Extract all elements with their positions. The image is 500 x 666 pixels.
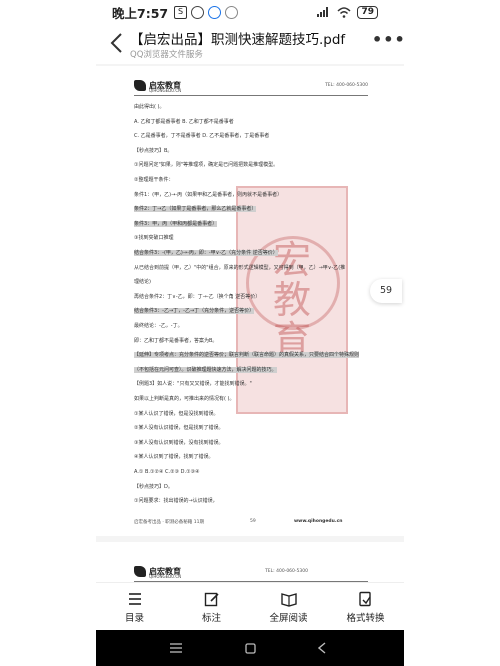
- text-line: ②某人没有认识错误，但是找到了错误。: [134, 425, 224, 432]
- status-left-icons: S: [174, 5, 239, 19]
- edit-icon: [204, 592, 219, 607]
- text-line: A.① B.①②④ C.②③ D.①③④: [134, 469, 200, 475]
- brand-sub: QIHONGEDU.CN: [149, 574, 182, 579]
- text-line: 【秒点技巧】B。: [134, 147, 173, 154]
- circle-icon: [225, 5, 239, 19]
- pdf-page: 启宏教育 QIHONGEDU.CN TEL: 400-060-5300 ①消灭错…: [96, 542, 404, 582]
- text-line: ③某人没有认识到错误，没有找到错误。: [134, 439, 224, 446]
- text-line: 由此得出( )。: [134, 104, 165, 110]
- circle-icon: [191, 5, 205, 19]
- signal-icon: [317, 7, 329, 17]
- annotate-label: 标注: [201, 613, 221, 624]
- convert-button[interactable]: 格式转换: [327, 583, 404, 630]
- back-icon[interactable]: [108, 32, 126, 54]
- text-line: 条件1：(甲，乙)→-丙（如果甲和乙是番事者，则丙就不是番事者）: [134, 191, 283, 198]
- page-number-badge[interactable]: 59: [370, 279, 402, 303]
- text-line: 最终结论：-乙，-丁。: [134, 323, 183, 329]
- status-right-icons: 79: [317, 5, 378, 19]
- text-line: 条件2：丁→乙（如果丁是番事者，那么乙就是番事者）: [134, 206, 257, 213]
- text-line: （不包括在元问可查）。识破推理题快速方法，解决问题的技巧。: [134, 366, 277, 373]
- system-nav-bar: [96, 630, 404, 666]
- text-line: 条件3：甲，丙（甲和丙都是番事者）: [134, 220, 218, 227]
- text-line: 如果以上判断是真的，可推出来的情况有( )。: [134, 396, 235, 402]
- watermark-char: 教: [272, 278, 311, 322]
- footer-page-number: 59: [250, 519, 256, 524]
- text-line: ③找到突破口推理: [134, 235, 174, 242]
- page-tel: TEL: 400-060-5300: [325, 83, 368, 88]
- text-line: 【秒点技巧】D。: [134, 483, 173, 490]
- text-line: 结合条件3：-(甲，乙)→-丙，即：-甲∨-乙（充分条件 逆否等价）: [134, 250, 278, 256]
- fullscreen-button[interactable]: 全屏阅读: [250, 583, 327, 630]
- list-icon: [128, 593, 141, 605]
- wifi-icon: [337, 6, 351, 18]
- book-icon: [280, 593, 297, 607]
- fullscreen-label: 全屏阅读: [269, 613, 308, 624]
- home-square-icon: [244, 642, 256, 654]
- more-options-icon[interactable]: •••: [372, 32, 405, 50]
- brand-sub: QIHONGEDU.CN: [149, 88, 182, 93]
- back-triangle-icon: [318, 642, 326, 654]
- text-line: 再结合条件2：丁∨-乙，即：丁→-乙（换个角 逆否等价）: [134, 293, 261, 300]
- footer-website: www.qihongedu.cn: [294, 519, 343, 524]
- pdf-page: 启宏教育 QIHONGEDU.CN TEL: 400-060-5300 宏 教 …: [96, 66, 404, 536]
- text-line: ②整理题干条件：: [134, 177, 174, 183]
- annotate-button[interactable]: 标注: [173, 583, 250, 630]
- vpn-icon: [208, 5, 222, 19]
- text-line: ①某人认识了错误，但是没找到错误。: [134, 410, 219, 417]
- text-line: 【例题3】如人说："只有又又错误，才能找到错误。": [134, 381, 252, 388]
- convert-icon: [358, 591, 371, 607]
- bottom-toolbar: 目录 标注 全屏阅读 格式转换: [96, 582, 404, 630]
- pdf-viewer[interactable]: 启宏教育 QIHONGEDU.CN TEL: 400-060-5300 宏 教 …: [96, 64, 404, 582]
- text-line: ④某人认识到了错误，找到了错误。: [134, 454, 214, 461]
- convert-label: 格式转换: [346, 613, 385, 624]
- page-header: 启宏教育 QIHONGEDU.CN TEL: 400-060-5300: [134, 80, 368, 96]
- watermark-char: 宏: [272, 238, 311, 282]
- footer-left: 启宏备考出品 · 职测必备秘籍 11期: [134, 520, 204, 525]
- document-title: 【启宏出品】职测快速解题技巧.pdf: [130, 32, 346, 48]
- status-bar: 晚上7:57 S 79: [0, 0, 500, 24]
- text-line: A. 乙和丁都是番事者 B. 乙和丁都不是番事者: [134, 118, 234, 125]
- page-header: 启宏教育 QIHONGEDU.CN TEL: 400-060-5300: [134, 566, 368, 582]
- text-line: C. 乙是番事者，丁不是番事者 D. 乙不是番事者，丁是番事者: [134, 133, 270, 140]
- text-line: 结合条件3：-乙→丁，-乙→丁（充分条件，逆否等价）: [134, 308, 255, 315]
- status-time: 晚上7:57: [112, 5, 169, 21]
- app-header: 【启宏出品】职测快速解题技巧.pdf QQ浏览器文件服务 •••: [0, 24, 500, 64]
- battery-icon: 79: [357, 5, 378, 19]
- page-tel: TEL: 400-060-5300: [265, 569, 308, 574]
- document-subtitle: QQ浏览器文件服务: [130, 50, 203, 60]
- sim-icon: S: [174, 5, 188, 19]
- logo-mark-icon: [134, 566, 146, 577]
- toc-label: 目录: [124, 613, 144, 624]
- menu-icon: [170, 643, 182, 653]
- menu-nav-button[interactable]: [156, 630, 196, 666]
- back-nav-button[interactable]: [302, 630, 342, 666]
- text-line: ①问题问定"如果，则"等推理项，确定是已问题把数是推理模型。: [134, 162, 279, 169]
- text-line: 从已结合到前提（甲，乙）"中的"组合，原来的形式逻辑模型，又可得到（甲，乙）→甲…: [134, 264, 346, 271]
- logo-mark-icon: [134, 80, 146, 91]
- toc-button[interactable]: 目录: [96, 583, 173, 630]
- text-line: ①问题要求：找出错误的→认识错误，: [134, 498, 218, 505]
- home-nav-button[interactable]: [230, 630, 270, 666]
- text-line: 即：乙和丁都不是番事者，答案为B。: [134, 337, 218, 344]
- watermark-stamp: 宏 教 育: [236, 186, 348, 414]
- text-line: 【延伸】专项考点：充分条件的逆否等价；联言判断（联言命题）的真假关系，只要结合四…: [134, 352, 360, 359]
- text-line: 理结论): [134, 279, 151, 286]
